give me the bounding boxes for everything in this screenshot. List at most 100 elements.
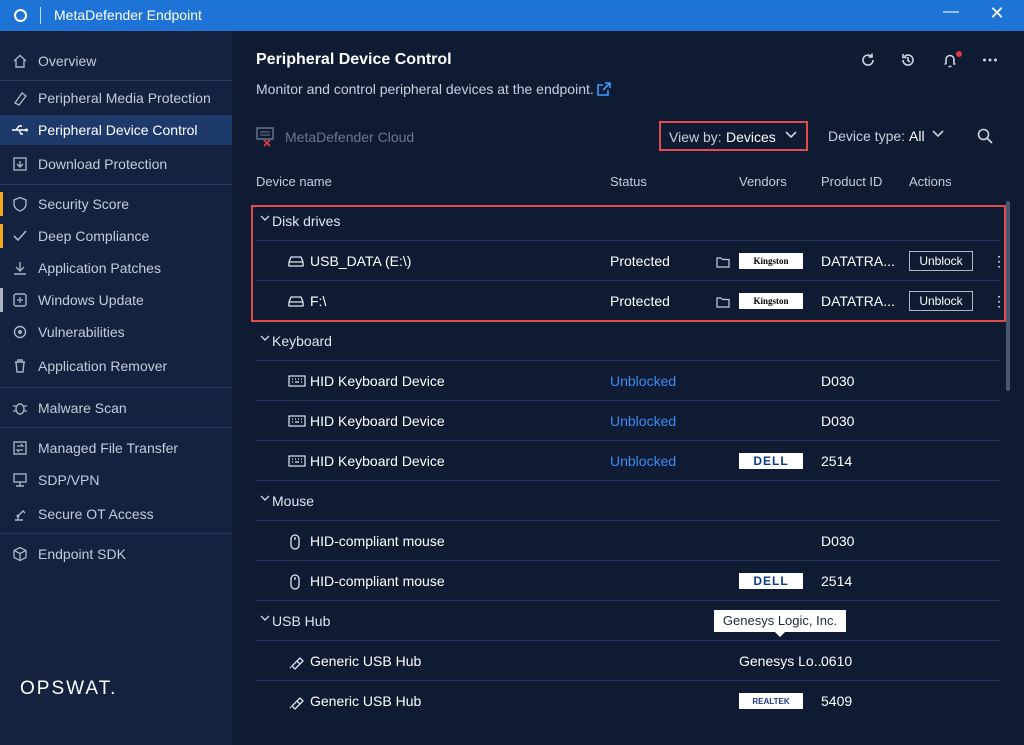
- table-row[interactable]: Generic USB Hub REALTEK 5409: [256, 681, 1000, 721]
- column-header-product-id[interactable]: Product ID: [821, 174, 882, 189]
- sidebar-item-overview[interactable]: Overview: [0, 46, 232, 76]
- sidebar-item-peripheral-media-protection[interactable]: Peripheral Media Protection: [0, 83, 232, 113]
- sidebar-divider: [0, 387, 232, 388]
- product-id: 2514: [821, 573, 853, 589]
- chevron-down-icon: [260, 333, 270, 346]
- device-status[interactable]: Unblocked: [610, 413, 676, 429]
- sidebar-item-application-remover[interactable]: Application Remover: [0, 351, 232, 381]
- download-icon: [11, 260, 28, 277]
- vendor-tooltip: Genesys Logic, Inc.: [714, 610, 846, 632]
- view-by-value: Devices: [726, 129, 776, 145]
- sidebar-item-managed-file-transfer[interactable]: Managed File Transfer: [0, 433, 232, 463]
- product-id: D030: [821, 533, 855, 549]
- external-link-icon[interactable]: [596, 81, 612, 97]
- device-name: HID Keyboard Device: [310, 373, 445, 389]
- sidebar-item-label: Managed File Transfer: [38, 440, 179, 456]
- cloud-disconnected-icon: [256, 127, 276, 147]
- group-row-usb-hub[interactable]: USB Hub: [256, 601, 1000, 641]
- close-icon[interactable]: ✕: [984, 3, 1010, 27]
- device-status[interactable]: Unblocked: [610, 453, 676, 469]
- sidebar-item-label: Secure OT Access: [38, 506, 154, 522]
- vendor-logo-realtek: REALTEK: [739, 693, 803, 709]
- sidebar-item-secure-ot-access[interactable]: Secure OT Access: [0, 499, 232, 529]
- sidebar-item-application-patches[interactable]: Application Patches: [0, 253, 232, 283]
- sidebar-item-peripheral-device-control[interactable]: Peripheral Device Control: [0, 115, 232, 145]
- download-protection-icon: [11, 156, 28, 173]
- sidebar-item-malware-scan[interactable]: Malware Scan: [0, 393, 232, 423]
- usb-plug-icon: [288, 694, 304, 710]
- table-row[interactable]: Generic USB Hub Genesys Lo... 0610: [256, 641, 1000, 681]
- table-row[interactable]: HID Keyboard Device Unblocked D030: [256, 361, 1000, 401]
- sidebar-item-download-protection[interactable]: Download Protection: [0, 149, 232, 179]
- keyboard-icon: [288, 374, 306, 388]
- device-name: Generic USB Hub: [310, 653, 422, 669]
- vendor-name: Genesys Lo...: [739, 653, 826, 669]
- sidebar-item-label: Endpoint SDK: [38, 546, 126, 562]
- trash-icon: [11, 358, 28, 375]
- history-icon[interactable]: [897, 51, 919, 73]
- column-header-vendors[interactable]: Vendors: [739, 174, 787, 189]
- main-content: Peripheral Device Control Monitor and co…: [232, 31, 1024, 745]
- window-title: MetaDefender Endpoint: [54, 7, 202, 23]
- keyboard-icon: [288, 414, 306, 428]
- minimize-icon[interactable]: —: [938, 3, 964, 27]
- device-name: HID-compliant mouse: [310, 533, 445, 549]
- sidebar-item-vulnerabilities[interactable]: Vulnerabilities: [0, 317, 232, 347]
- chevron-down-icon: [785, 129, 797, 143]
- title-separator: [40, 7, 41, 24]
- device-name: Generic USB Hub: [310, 693, 422, 709]
- device-name: HID-compliant mouse: [310, 573, 445, 589]
- title-bar: MetaDefender Endpoint — ✕: [0, 0, 1024, 31]
- sidebar-item-label: Application Patches: [38, 260, 161, 276]
- sidebar-item-label: Download Protection: [38, 156, 168, 172]
- cloud-label: MetaDefender Cloud: [285, 129, 415, 145]
- chevron-down-icon: [260, 613, 270, 626]
- warning-flag: [0, 224, 3, 248]
- sidebar-divider: [0, 184, 232, 185]
- vertical-scrollbar[interactable]: [1006, 201, 1010, 391]
- refresh-icon[interactable]: [857, 51, 879, 73]
- sidebar-item-label: Security Score: [38, 196, 130, 212]
- monitor-network-icon: [11, 472, 28, 489]
- sidebar-item-label: Deep Compliance: [38, 228, 150, 244]
- cube-icon: [11, 546, 28, 563]
- device-name: HID Keyboard Device: [310, 453, 445, 469]
- product-id: D030: [821, 373, 855, 389]
- sidebar-item-label: Application Remover: [38, 358, 168, 374]
- more-options-icon[interactable]: [979, 51, 1001, 73]
- sidebar-item-label: Malware Scan: [38, 400, 127, 416]
- opswat-logo: OPSWAT.: [20, 678, 118, 699]
- vendor-logo-dell: DELL: [739, 573, 803, 589]
- table-row[interactable]: HID-compliant mouse D030: [256, 521, 1000, 561]
- sidebar-item-windows-update[interactable]: Windows Update: [0, 285, 232, 315]
- group-row-keyboard[interactable]: Keyboard: [256, 321, 1000, 361]
- chevron-down-icon: [932, 128, 944, 142]
- sidebar-item-endpoint-sdk[interactable]: Endpoint SDK: [0, 539, 232, 569]
- sidebar-item-security-score[interactable]: Security Score: [0, 189, 232, 219]
- product-id: 5409: [821, 693, 853, 709]
- column-header-device-name[interactable]: Device name: [256, 174, 332, 189]
- file-transfer-icon: [11, 440, 28, 457]
- group-label: USB Hub: [272, 613, 331, 629]
- device-status[interactable]: Unblocked: [610, 373, 676, 389]
- usb-plug-icon: [288, 654, 304, 670]
- group-row-mouse[interactable]: Mouse: [256, 481, 1000, 521]
- vendor-logo-dell: DELL: [739, 453, 803, 469]
- chevron-down-icon: [260, 493, 270, 506]
- sidebar-divider: [0, 427, 232, 428]
- mouse-icon: [288, 574, 304, 590]
- column-header-status[interactable]: Status: [610, 174, 647, 189]
- view-by-label: View by:: [669, 129, 722, 145]
- table-row[interactable]: HID Keyboard Device Unblocked DELL 2514: [256, 441, 1000, 481]
- column-header-actions: Actions: [909, 174, 952, 189]
- home-icon: [11, 53, 28, 70]
- sidebar-item-label: SDP/VPN: [38, 472, 100, 488]
- sidebar-item-sdp-vpn[interactable]: SDP/VPN: [0, 465, 232, 495]
- table-row[interactable]: HID Keyboard Device Unblocked D030: [256, 401, 1000, 441]
- sidebar-item-deep-compliance[interactable]: Deep Compliance: [0, 221, 232, 251]
- sidebar: Overview Peripheral Media Protection Per…: [0, 31, 232, 745]
- view-by-dropdown[interactable]: View by: Devices: [659, 121, 808, 151]
- search-icon[interactable]: [976, 127, 994, 145]
- table-row[interactable]: HID-compliant mouse DELL 2514: [256, 561, 1000, 601]
- device-type-value: All: [909, 128, 925, 144]
